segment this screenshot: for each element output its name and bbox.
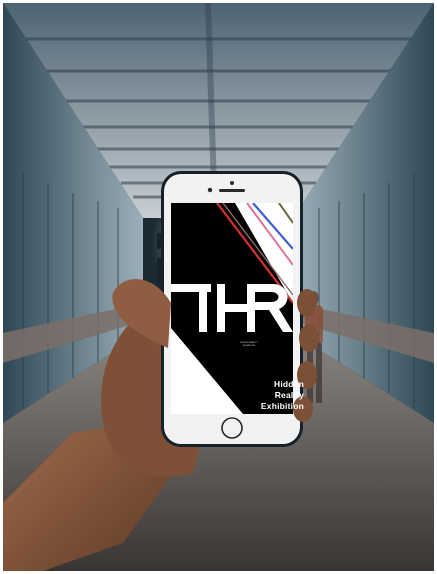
home-button-icon bbox=[221, 417, 243, 439]
title-line-1: Hidden bbox=[273, 379, 304, 389]
corridor-scene bbox=[3, 3, 434, 571]
photo-frame: HIDDEN REALITY EXHIBITION Hidden Reality… bbox=[3, 3, 434, 571]
title-line-3: Exhibition bbox=[260, 401, 304, 411]
title-line-2: Reality bbox=[274, 390, 304, 400]
poster-title: Hidden Reality Exhibition bbox=[234, 379, 304, 412]
logo-caption: HIDDEN REALITY EXHIBITION bbox=[239, 342, 259, 347]
